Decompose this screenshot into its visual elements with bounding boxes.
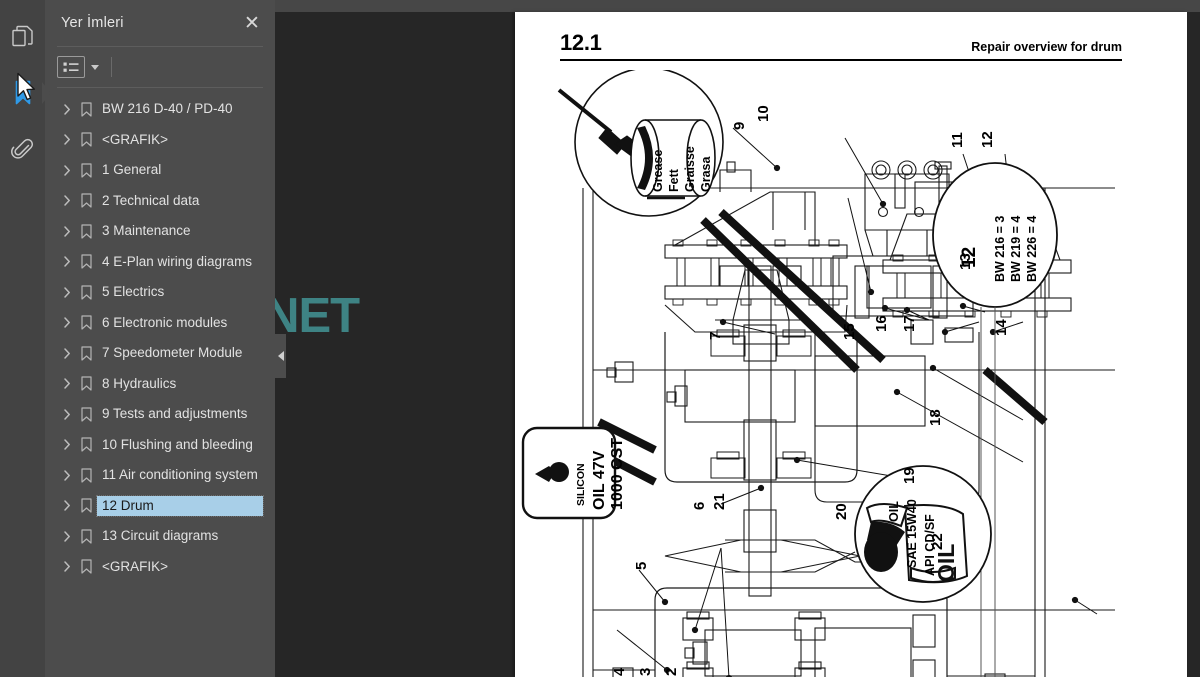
bookmark-icon xyxy=(75,132,97,147)
technical-drawing: 9 10 11 12 13 14 7 15 16 17 18 19 20 21 … xyxy=(515,70,1187,677)
bookmark-icon xyxy=(75,559,97,574)
bookmark-label: 12 Drum xyxy=(96,494,264,517)
bookmark-item[interactable]: BW 216 D-40 / PD-40 xyxy=(45,94,275,125)
bookmark-label: 6 Electronic modules xyxy=(102,314,228,330)
bookmark-label: 9 Tests and adjustments xyxy=(102,406,248,422)
bookmark-label: 8 Hydraulics xyxy=(102,375,177,391)
navigation-icon-rail xyxy=(0,0,45,677)
bookmark-icon xyxy=(75,102,97,117)
bookmark-icon xyxy=(75,285,97,300)
bookmarks-panel-header: Yer İmleri ✕ xyxy=(45,0,275,46)
chevron-right-icon[interactable] xyxy=(59,165,75,176)
bookmark-item[interactable]: <GRAFIK> xyxy=(45,552,275,583)
bookmark-item[interactable]: 5 Electrics xyxy=(45,277,275,308)
bookmark-icon xyxy=(75,529,97,544)
bookmark-label: <GRAFIK> xyxy=(102,131,169,147)
bookmark-glyph xyxy=(15,80,30,105)
attachments-icon[interactable] xyxy=(6,132,40,166)
chevron-right-icon[interactable] xyxy=(59,470,75,481)
engine-oil-callout xyxy=(854,465,992,603)
bookmark-icon xyxy=(75,315,97,330)
bookmark-item[interactable]: 8 Hydraulics xyxy=(45,369,275,400)
bookmark-item[interactable]: 13 Circuit diagrams xyxy=(45,521,275,552)
bookmark-item[interactable]: 12 Drum xyxy=(45,491,275,522)
page-thumbnails-icon[interactable] xyxy=(6,20,40,54)
bookmark-label: BW 216 D-40 / PD-40 xyxy=(102,101,233,117)
bookmark-icon xyxy=(75,498,97,513)
chevron-right-icon[interactable] xyxy=(59,561,75,572)
chevron-right-icon[interactable] xyxy=(59,439,75,450)
bookmark-label: 10 Flushing and bleeding xyxy=(102,436,253,452)
bookmark-item[interactable]: 6 Electronic modules xyxy=(45,308,275,339)
bookmark-label: 2 Technical data xyxy=(102,192,200,208)
viewer-toolbar xyxy=(275,0,1200,12)
chevron-right-icon[interactable] xyxy=(59,226,75,237)
bookmark-icon xyxy=(75,163,97,178)
bookmark-item[interactable]: 11 Air conditioning system xyxy=(45,460,275,491)
bookmarks-icon[interactable] xyxy=(6,76,40,110)
page-thumbnails-glyph xyxy=(11,25,33,47)
bookmark-icon xyxy=(75,376,97,391)
bookmark-icon xyxy=(75,468,97,483)
toolbar-divider xyxy=(111,57,112,77)
chevron-down-icon[interactable] xyxy=(91,64,99,70)
section-number: 12.1 xyxy=(560,30,602,55)
bookmark-label: 5 Electrics xyxy=(102,284,165,300)
bookmark-icon xyxy=(75,346,97,361)
chevron-right-icon[interactable] xyxy=(59,134,75,145)
chevron-right-icon[interactable] xyxy=(59,500,75,511)
bookmark-label: 3 Maintenance xyxy=(102,223,191,239)
bookmarks-toolbar xyxy=(45,47,275,87)
bookmark-label: 1 General xyxy=(102,162,162,178)
close-icon[interactable]: ✕ xyxy=(239,10,265,36)
bookmark-icon xyxy=(75,254,97,269)
chevron-right-icon[interactable] xyxy=(59,409,75,420)
bookmark-label: 11 Air conditioning system xyxy=(102,467,258,483)
drum-count-callout xyxy=(932,162,1058,308)
bookmark-label: 4 E-Plan wiring diagrams xyxy=(102,253,253,269)
bookmark-icon xyxy=(75,437,97,452)
bookmark-icon xyxy=(75,193,97,208)
collapse-panel-button[interactable] xyxy=(275,334,286,378)
bookmark-label: <GRAFIK> xyxy=(102,558,169,574)
bookmark-label: 13 Circuit diagrams xyxy=(102,528,219,544)
bookmark-list: BW 216 D-40 / PD-40 <GRAFIK> 1 General 2 Te… xyxy=(45,88,275,582)
watermark: AUTOPDF.NET xyxy=(275,289,360,343)
panel-title: Yer İmleri xyxy=(61,15,124,31)
chevron-right-icon[interactable] xyxy=(59,378,75,389)
section-title: Repair overview for drum xyxy=(971,40,1122,54)
bookmark-item[interactable]: 3 Maintenance xyxy=(45,216,275,247)
bookmark-item[interactable]: 2 Technical data xyxy=(45,186,275,217)
chevron-right-icon[interactable] xyxy=(59,287,75,298)
chevron-right-icon[interactable] xyxy=(59,256,75,267)
chevron-right-icon[interactable] xyxy=(59,104,75,115)
chevron-right-icon[interactable] xyxy=(59,195,75,206)
document-viewer[interactable]: 12.1 Repair overview for drum 9 10 11 12… xyxy=(275,0,1200,677)
grease-callout xyxy=(557,70,724,217)
silicon-oil-callout xyxy=(521,426,617,520)
chevron-right-icon[interactable] xyxy=(59,317,75,328)
bookmark-item[interactable]: 9 Tests and adjustments xyxy=(45,399,275,430)
chevron-right-icon[interactable] xyxy=(59,348,75,359)
bookmark-label: 7 Speedometer Module xyxy=(102,345,243,361)
drum-repair-overview-diagram xyxy=(521,70,1115,677)
bookmark-item[interactable]: 10 Flushing and bleeding xyxy=(45,430,275,461)
bookmark-item[interactable]: <GRAFIK> xyxy=(45,125,275,156)
bookmark-icon xyxy=(75,224,97,239)
paperclip-glyph xyxy=(10,138,33,159)
bookmark-item[interactable]: 4 E-Plan wiring diagrams xyxy=(45,247,275,278)
bookmark-icon xyxy=(75,407,97,422)
bookmark-item[interactable]: 1 General xyxy=(45,155,275,186)
bookmarks-panel: Yer İmleri ✕ BW 216 D-40 / PD-40 <GRAFIK>… xyxy=(45,0,286,677)
pdf-reader-window: Yer İmleri ✕ BW 216 D-40 / PD-40 <GRAFIK>… xyxy=(0,0,1200,677)
chevron-right-icon[interactable] xyxy=(59,531,75,542)
list-options-icon[interactable] xyxy=(57,56,85,78)
pdf-page: 12.1 Repair overview for drum 9 10 11 12… xyxy=(515,12,1187,677)
chevron-left-icon xyxy=(277,351,284,361)
bookmark-item[interactable]: 7 Speedometer Module xyxy=(45,338,275,369)
list-glyph xyxy=(63,62,79,72)
page-header: 12.1 Repair overview for drum xyxy=(560,30,1122,61)
